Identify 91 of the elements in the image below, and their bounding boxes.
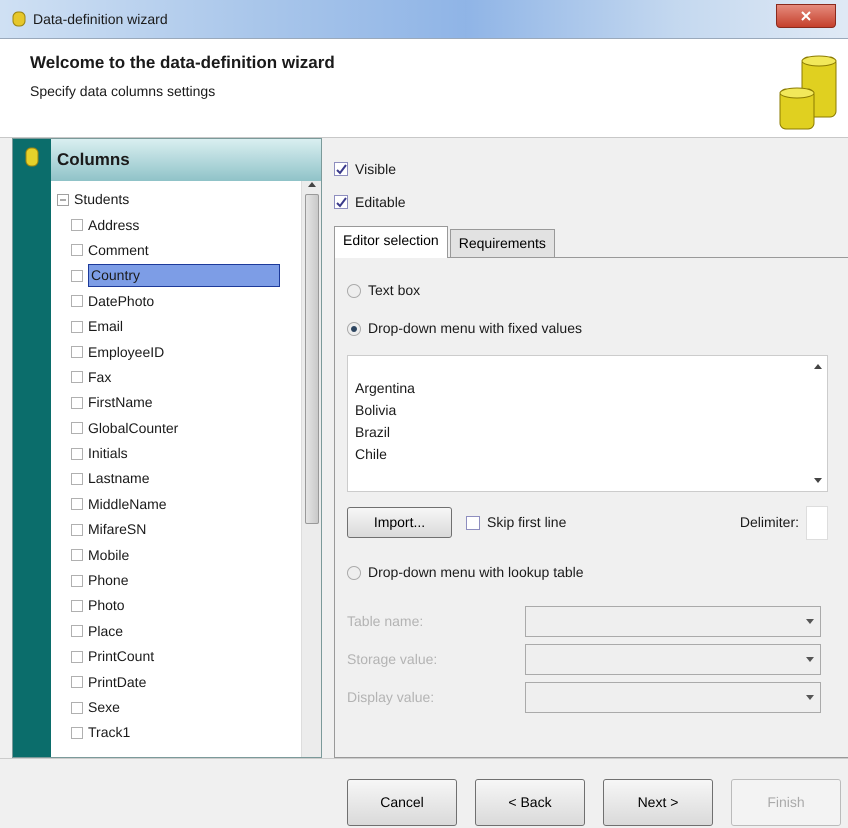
leaf-node-icon (71, 396, 83, 409)
leaf-node-icon (71, 549, 83, 562)
field-label: Table name: (347, 612, 424, 630)
tree-item[interactable]: Address (88, 214, 140, 236)
wizard-subtitle: Specify data columns settings (30, 82, 216, 102)
leaf-node-icon (71, 676, 83, 688)
scroll-down-icon (814, 478, 822, 484)
radio-label: Text box (368, 281, 420, 300)
tree-item[interactable]: Sexe (88, 697, 120, 718)
leaf-node-icon (71, 472, 83, 485)
wizard-button[interactable]: Cancel (347, 779, 457, 826)
checkbox-label: Editable (355, 192, 406, 212)
leaf-node-icon (71, 498, 83, 510)
leaf-node-icon (71, 702, 83, 714)
panel-title: Columns (51, 139, 321, 181)
dropdown[interactable] (525, 682, 821, 712)
tab[interactable]: Editor selection (334, 226, 448, 258)
tree-item[interactable]: Country (88, 264, 280, 288)
tree-item[interactable]: Track1 (88, 722, 130, 744)
leaf-node-icon (71, 371, 83, 384)
radio-label: Drop-down menu with fixed values (368, 319, 582, 338)
window-title: Data-definition wizard (33, 10, 168, 28)
radio-button[interactable] (347, 284, 361, 298)
tree-item[interactable]: Email (88, 316, 124, 338)
caret-icon (806, 656, 814, 662)
tree-item[interactable]: Fax (88, 366, 112, 388)
tree-item[interactable]: DatePhoto (88, 290, 154, 312)
caret-icon (806, 618, 814, 624)
leaf-node-icon (71, 244, 83, 256)
dropdown[interactable] (525, 606, 821, 636)
leaf-node-icon (71, 600, 83, 612)
leaf-node-icon (71, 625, 83, 638)
field-label: Storage value: (347, 650, 438, 669)
check-icon (335, 196, 347, 208)
leaf-node-icon (71, 448, 83, 460)
checkbox[interactable] (334, 195, 348, 209)
wizard-button[interactable]: Next > (603, 779, 713, 826)
close-button[interactable] (776, 4, 836, 28)
checkbox-label: Visible (355, 160, 396, 178)
list-item: Chile (355, 444, 388, 464)
radio-button[interactable] (347, 566, 361, 580)
tree-item[interactable]: Lastname (88, 468, 150, 490)
import-button[interactable]: Import... (347, 507, 452, 538)
scroll-up-icon (814, 362, 822, 368)
check-icon (335, 163, 347, 175)
tree-item[interactable]: MiddleName (88, 494, 167, 515)
list-item: Bolivia (355, 400, 398, 420)
radio-label: Drop-down menu with lookup table (368, 563, 584, 582)
tree-item[interactable]: Phone (88, 570, 128, 592)
tree-item[interactable]: EmployeeID (88, 342, 164, 363)
database-icon (25, 146, 39, 168)
caret-icon (806, 694, 814, 700)
field-label: Display value: (347, 688, 436, 707)
delimiter-field[interactable] (806, 506, 828, 540)
leaf-node-icon (71, 574, 83, 587)
tree-item[interactable]: Students (74, 189, 130, 210)
tree-item[interactable]: MifareSN (88, 519, 146, 540)
tree-item[interactable]: GlobalCounter (88, 418, 178, 439)
field-label: Delimiter: (740, 513, 799, 532)
checkbox[interactable] (334, 162, 348, 176)
list-item: Brazil (355, 422, 392, 442)
tree-item[interactable]: Photo (88, 595, 125, 616)
leaf-node-icon (71, 219, 83, 232)
leaf-node-icon (71, 524, 83, 536)
leaf-node-icon (71, 726, 83, 739)
leaf-node-icon (71, 650, 83, 663)
close-icon (801, 11, 811, 21)
leaf-node-icon (71, 422, 83, 434)
checkbox[interactable] (466, 516, 480, 530)
tree-item[interactable]: Initials (88, 443, 128, 464)
leaf-node-icon (71, 295, 83, 308)
database-icon (12, 10, 26, 28)
leaf-node-icon (71, 270, 83, 282)
tree-item[interactable]: Mobile (88, 544, 130, 566)
scrollbar[interactable] (301, 181, 321, 757)
wizard-title: Welcome to the data-definition wizard (30, 53, 336, 74)
leaf-node-icon (71, 320, 83, 333)
checkbox-label: Skip first line (487, 513, 566, 532)
radio-button[interactable] (347, 322, 361, 336)
tree-item[interactable]: Comment (88, 240, 149, 261)
wizard-button[interactable]: < Back (475, 779, 585, 826)
tree-item[interactable]: PrintCount (88, 646, 154, 668)
dropdown[interactable] (525, 644, 821, 674)
leaf-node-icon (71, 346, 83, 358)
tree-item[interactable]: Place (88, 620, 124, 642)
value-list[interactable]: Argentina Bolivia Brazil Chile (347, 354, 828, 492)
radio-dot (351, 326, 357, 332)
tab[interactable]: Requirements (450, 228, 555, 256)
tree-item[interactable]: PrintDate (88, 672, 146, 693)
tree-item[interactable]: FirstName (88, 392, 153, 414)
list-item: Argentina (355, 378, 416, 398)
